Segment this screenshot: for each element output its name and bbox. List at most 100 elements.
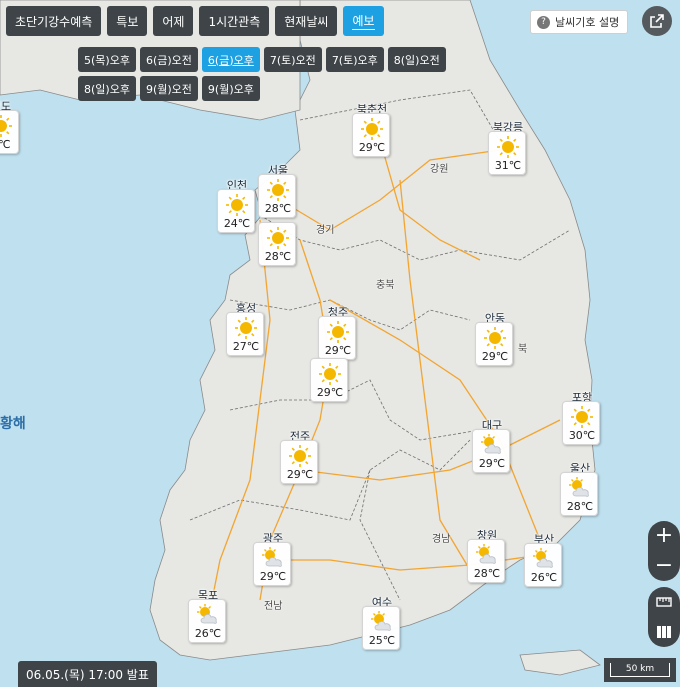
- sun-cloud-icon: [568, 476, 592, 500]
- weather-card[interactable]: 28℃: [258, 174, 296, 218]
- weather-card[interactable]: 27℃: [226, 312, 264, 356]
- city-marker[interactable]: 대구 29℃: [472, 419, 512, 473]
- temperature-value: 29℃: [259, 570, 287, 583]
- timeslot-8-am[interactable]: 8(일)오전: [387, 47, 446, 72]
- sun-cloud-icon: [532, 547, 556, 571]
- weather-card[interactable]: 29℃: [318, 316, 356, 360]
- weather-card[interactable]: 25℃: [362, 606, 400, 650]
- city-marker[interactable]: 북춘천 29℃: [352, 103, 392, 157]
- city-marker[interactable]: 부산 26℃: [524, 533, 564, 587]
- sun-cloud-icon: [370, 610, 394, 634]
- city-marker[interactable]: 29℃: [310, 358, 350, 402]
- weather-card[interactable]: 29℃: [352, 113, 390, 157]
- tab-forecast[interactable]: 예보: [343, 6, 384, 36]
- external-link-icon: [650, 14, 664, 28]
- sun-cloud-icon: [480, 433, 504, 457]
- tab-nowcast-precip[interactable]: 초단기강수예측: [6, 6, 102, 36]
- city-marker[interactable]: 28℃: [258, 222, 298, 266]
- map-scale: 50 km: [604, 658, 676, 682]
- map-label-gyeongnam: 경남: [432, 534, 451, 545]
- sun-icon: [266, 178, 290, 202]
- weather-card[interactable]: 30℃: [562, 401, 600, 445]
- temperature-value: 29℃: [481, 350, 509, 363]
- timeslot-7-pm[interactable]: 7(토)오후: [325, 47, 384, 72]
- map-label-chungbuk: 충북: [376, 280, 395, 291]
- zoom-in-button[interactable]: +: [650, 525, 678, 547]
- weather-card[interactable]: 28℃: [258, 222, 296, 266]
- city-marker[interactable]: 북강릉 31℃: [488, 121, 528, 175]
- weather-card[interactable]: 24℃: [217, 189, 255, 233]
- weather-card[interactable]: 26℃: [524, 543, 562, 587]
- sun-icon: [496, 135, 520, 159]
- weather-card[interactable]: 29℃: [475, 322, 513, 366]
- city-marker[interactable]: 광주 29℃: [253, 532, 293, 586]
- tab-hourly-obs[interactable]: 1시간관측: [199, 6, 270, 36]
- map-tools: [648, 587, 680, 647]
- temperature-value: 25℃: [368, 634, 396, 647]
- timeslot-6-pm[interactable]: 6(금)오후: [201, 47, 260, 72]
- temperature-value: 2℃: [0, 138, 11, 151]
- timeslot-9-pm[interactable]: 9(월)오후: [201, 76, 260, 101]
- weather-card[interactable]: 28℃: [560, 472, 598, 516]
- weather-card[interactable]: 28℃: [467, 539, 505, 583]
- sun-icon: [360, 117, 384, 141]
- tab-current-weather[interactable]: 현재날씨: [275, 6, 338, 36]
- city-marker[interactable]: 여수 25℃: [362, 596, 402, 650]
- sun-icon: [288, 444, 312, 468]
- ruler-icon: [656, 597, 672, 607]
- weather-card[interactable]: 26℃: [188, 599, 226, 643]
- timeslot-8-pm[interactable]: 8(일)오후: [78, 76, 136, 101]
- weather-card[interactable]: 29℃: [472, 429, 510, 473]
- timeslot-9-am[interactable]: 9(월)오전: [139, 76, 198, 101]
- map-label-gyeonggi: 경기: [316, 225, 335, 236]
- weather-symbol-legend-button[interactable]: ? 날씨기호 설명: [530, 10, 629, 34]
- zoom-out-button[interactable]: −: [650, 555, 678, 577]
- sun-icon: [234, 316, 258, 340]
- tab-warnings[interactable]: 특보: [107, 6, 148, 36]
- sun-icon: [570, 405, 594, 429]
- sun-icon: [326, 320, 350, 344]
- timeslot-6-am[interactable]: 6(금)오전: [139, 47, 198, 72]
- tab-yesterday[interactable]: 어제: [153, 6, 194, 36]
- temperature-value: 29℃: [358, 141, 386, 154]
- temperature-value: 28℃: [473, 567, 501, 580]
- city-marker[interactable]: 목포 26℃: [188, 589, 228, 643]
- sun-icon: [0, 114, 13, 138]
- weather-card[interactable]: 29℃: [253, 542, 291, 586]
- sea-label: 황해: [0, 416, 26, 432]
- timeslot-5-pm[interactable]: 5(목)오후: [78, 47, 136, 72]
- temperature-value: 29℃: [316, 386, 344, 399]
- sun-icon: [483, 326, 507, 350]
- city-marker[interactable]: 울산 28℃: [560, 462, 600, 516]
- city-marker[interactable]: 창원 28℃: [467, 529, 507, 583]
- sun-cloud-icon: [261, 546, 285, 570]
- weather-card[interactable]: 29℃: [280, 440, 318, 484]
- city-marker[interactable]: 포항 30℃: [562, 391, 602, 445]
- issue-time-label: 06.05.(목) 17:00 발표: [18, 661, 157, 687]
- city-marker[interactable]: 서울 28℃: [258, 164, 298, 218]
- temperature-value: 28℃: [566, 500, 594, 513]
- map-label-jeonnam: 전남: [264, 601, 283, 612]
- temperature-value: 28℃: [264, 250, 292, 263]
- timeslot-7-am[interactable]: 7(토)오전: [263, 47, 322, 72]
- temperature-value: 28℃: [264, 202, 292, 215]
- open-external-button[interactable]: [642, 6, 672, 36]
- weather-card[interactable]: 2℃: [0, 110, 19, 154]
- city-marker[interactable]: 홍성 27℃: [226, 302, 266, 356]
- temperature-value: 31℃: [494, 159, 522, 172]
- city-marker[interactable]: 전주 29℃: [280, 430, 320, 484]
- scale-bar-label: 50 km: [610, 663, 670, 677]
- layers-tool-button[interactable]: [652, 621, 676, 643]
- city-marker[interactable]: 청주 29℃: [318, 306, 358, 360]
- top-tab-bar: 초단기강수예측 특보 어제 1시간관측 현재날씨 예보: [6, 6, 384, 36]
- weather-card[interactable]: 29℃: [310, 358, 348, 402]
- temperature-value: 30℃: [568, 429, 596, 442]
- city-marker[interactable]: 인천 24℃: [217, 179, 257, 233]
- city-marker[interactable]: 경도2℃: [0, 100, 21, 154]
- map-label-buk: 북: [518, 344, 528, 355]
- weather-card[interactable]: 31℃: [488, 131, 526, 175]
- temperature-value: 24℃: [223, 217, 251, 230]
- city-marker[interactable]: 안동 29℃: [475, 312, 515, 366]
- temperature-value: 29℃: [324, 344, 352, 357]
- ruler-tool-button[interactable]: [652, 591, 676, 613]
